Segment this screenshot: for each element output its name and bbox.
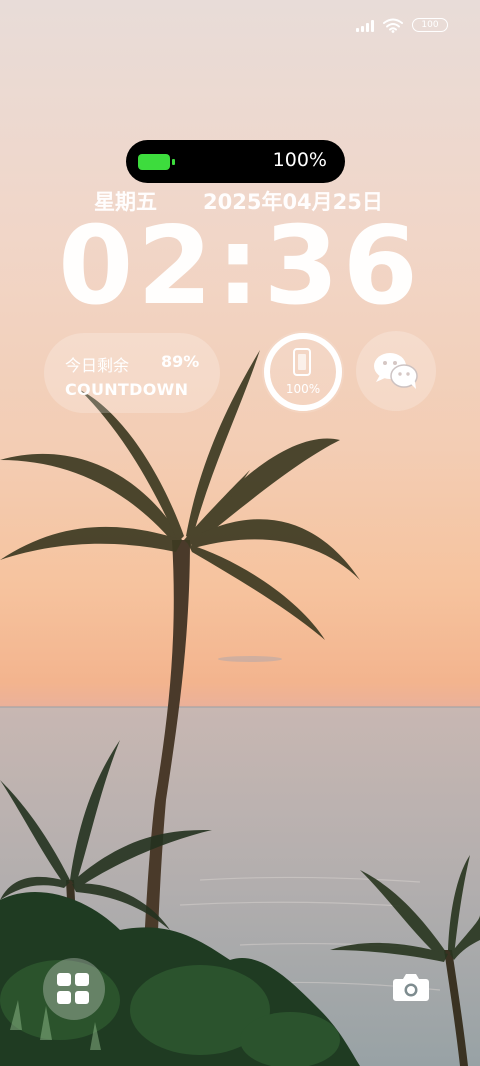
battery-percent: 100% — [272, 149, 327, 171]
battery-ring-percent: 100% — [285, 382, 321, 396]
wifi-icon — [383, 18, 403, 33]
signal-icon — [356, 18, 374, 32]
battery-ring-widget[interactable]: 100% — [262, 331, 344, 413]
phone-icon — [293, 348, 311, 376]
battery-icon: 100 — [412, 18, 448, 32]
battery-label: 100 — [421, 20, 439, 30]
wechat-widget[interactable] — [356, 331, 436, 411]
countdown-label: COUNTDOWN — [65, 380, 189, 399]
countdown-title: 今日剩余 — [65, 356, 130, 375]
battery-icon — [138, 154, 175, 170]
camera-button[interactable] — [380, 960, 442, 1016]
countdown-widget[interactable]: 今日剩余 89% COUNTDOWN — [44, 333, 220, 413]
dynamic-island[interactable]: 100% — [126, 140, 345, 183]
clock: 02:36 — [58, 204, 422, 329]
countdown-percent: 89% — [161, 352, 200, 371]
wechat-icon — [374, 353, 418, 389]
status-bar: 100 — [356, 14, 448, 36]
camera-icon — [393, 974, 429, 1001]
grid-button[interactable] — [43, 958, 105, 1020]
grid-icon — [57, 973, 90, 1005]
